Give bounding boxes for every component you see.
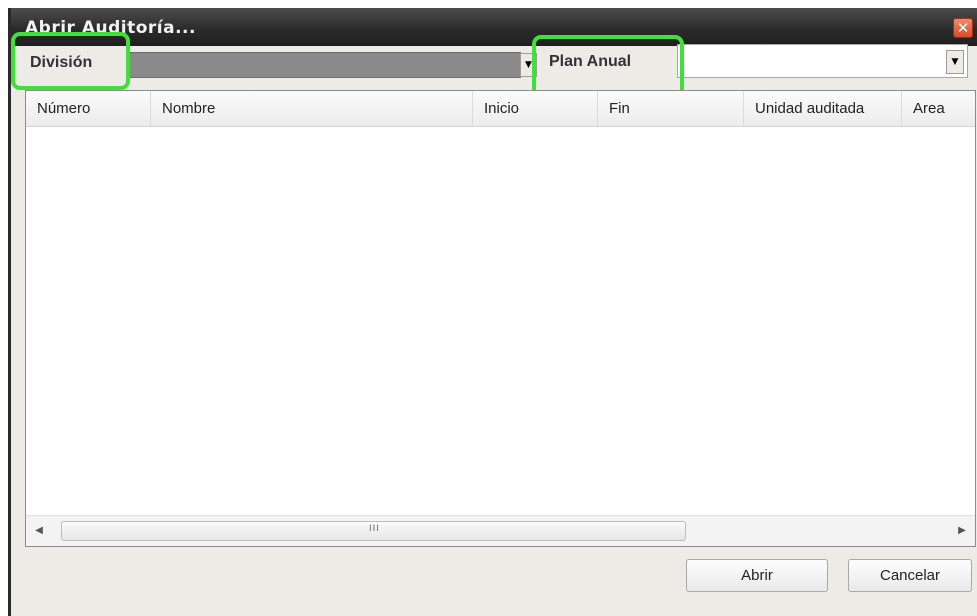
scroll-right-icon[interactable]: ▶ xyxy=(953,522,971,540)
column-header-fin[interactable]: Fin xyxy=(598,91,744,126)
column-header-unidad-auditada[interactable]: Unidad auditada xyxy=(744,91,902,126)
open-button[interactable]: Abrir xyxy=(686,559,828,592)
division-label: División xyxy=(30,54,93,71)
scrollbar-grip: III xyxy=(369,524,380,534)
column-header-nombre[interactable]: Nombre xyxy=(151,91,473,126)
scrollbar-thumb[interactable]: III xyxy=(61,521,686,541)
plan-anual-label: Plan Anual xyxy=(549,53,632,70)
division-dropdown[interactable] xyxy=(128,52,521,78)
cancel-button[interactable]: Cancelar xyxy=(848,559,972,592)
column-header-inicio[interactable]: Inicio xyxy=(473,91,598,126)
column-header-area[interactable]: Area xyxy=(902,91,975,126)
scroll-left-icon[interactable]: ◀ xyxy=(30,522,48,540)
list-header: Número Nombre Inicio Fin Unidad auditada… xyxy=(26,91,975,127)
close-icon[interactable]: ✕ xyxy=(953,18,973,38)
column-header-numero[interactable]: Número xyxy=(26,91,151,126)
division-dropdown-arrow-icon[interactable]: ▼ xyxy=(520,53,537,77)
title-bar: Abrir Auditoría... ✕ xyxy=(11,8,977,46)
plan-anual-dropdown[interactable] xyxy=(677,44,968,78)
audit-list[interactable]: Número Nombre Inicio Fin Unidad auditada… xyxy=(25,90,976,547)
horizontal-scrollbar[interactable]: ◀ III ▶ xyxy=(26,515,975,546)
dialog-title: Abrir Auditoría... xyxy=(25,18,196,38)
plan-anual-dropdown-arrow-icon[interactable]: ▼ xyxy=(946,50,964,74)
